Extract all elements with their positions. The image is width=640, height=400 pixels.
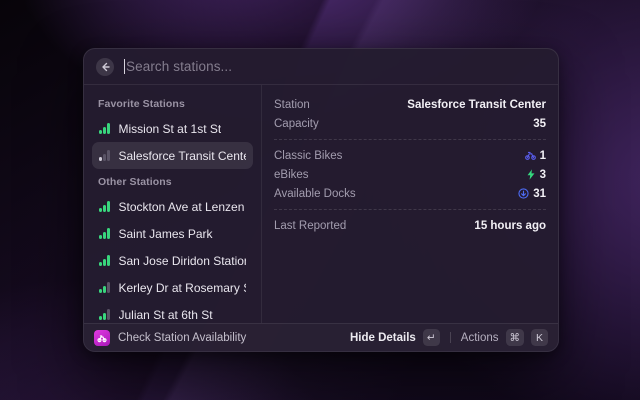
footer-bar: Check Station Availability Hide Details … — [84, 323, 558, 351]
availability-bars-icon — [99, 228, 110, 239]
availability-bars-icon — [99, 150, 110, 161]
extension-name: Check Station Availability — [118, 332, 246, 344]
detail-row-last-reported: Last Reported 15 hours ago — [274, 216, 546, 235]
command-key-badge[interactable]: ⌘ — [506, 329, 525, 346]
search-bar: Search stations... — [84, 49, 558, 85]
arrow-left-icon — [100, 62, 110, 72]
station-row-kerley-dr[interactable]: Kerley Dr at Rosemary St — [92, 274, 253, 301]
availability-bars-icon — [99, 201, 110, 212]
return-key-badge[interactable]: ↵ — [423, 329, 440, 346]
footer-separator — [450, 332, 451, 343]
detail-row-capacity: Capacity 35 — [274, 114, 546, 133]
station-list: Favorite Stations Mission St at 1st St S… — [84, 85, 262, 323]
availability-bars-icon — [99, 309, 110, 320]
details-divider — [274, 209, 546, 210]
back-button[interactable] — [96, 58, 114, 76]
station-row-san-jose-diridon[interactable]: San Jose Diridon Station — [92, 247, 253, 274]
detail-row-classic-bikes: Classic Bikes 1 — [274, 146, 546, 165]
station-row-mission-st[interactable]: Mission St at 1st St — [92, 115, 253, 142]
details-panel: Station Salesforce Transit Center Capaci… — [262, 85, 558, 323]
station-row-stockton-ave[interactable]: Stockton Ave at Lenzen Ave — [92, 193, 253, 220]
station-row-salesforce-transit-center[interactable]: Salesforce Transit Center — [92, 142, 253, 169]
station-row-julian-st[interactable]: Julian St at 6th St — [92, 301, 253, 323]
k-key-badge[interactable]: K — [531, 329, 548, 346]
availability-bars-icon — [99, 282, 110, 293]
text-cursor — [124, 59, 125, 74]
availability-bars-icon — [99, 123, 110, 134]
dock-down-arrow-icon — [518, 188, 529, 199]
details-divider — [274, 139, 546, 140]
extension-app-icon — [94, 330, 110, 346]
detail-row-station: Station Salesforce Transit Center — [274, 95, 546, 114]
bike-icon — [525, 150, 536, 161]
search-placeholder: Search stations... — [126, 59, 232, 74]
availability-bars-icon — [99, 255, 110, 266]
detail-row-ebikes: eBikes 3 — [274, 165, 546, 184]
hide-details-button[interactable]: Hide Details — [350, 332, 416, 344]
launcher-window: Search stations... Favorite Stations Mis… — [83, 48, 559, 352]
bolt-icon — [526, 169, 536, 180]
actions-button[interactable]: Actions — [461, 332, 499, 344]
detail-row-available-docks: Available Docks 31 — [274, 184, 546, 203]
section-header-favorites: Favorite Stations — [92, 91, 253, 115]
search-input[interactable]: Search stations... — [124, 49, 546, 84]
station-row-saint-james-park[interactable]: Saint James Park — [92, 220, 253, 247]
section-header-other: Other Stations — [92, 169, 253, 193]
